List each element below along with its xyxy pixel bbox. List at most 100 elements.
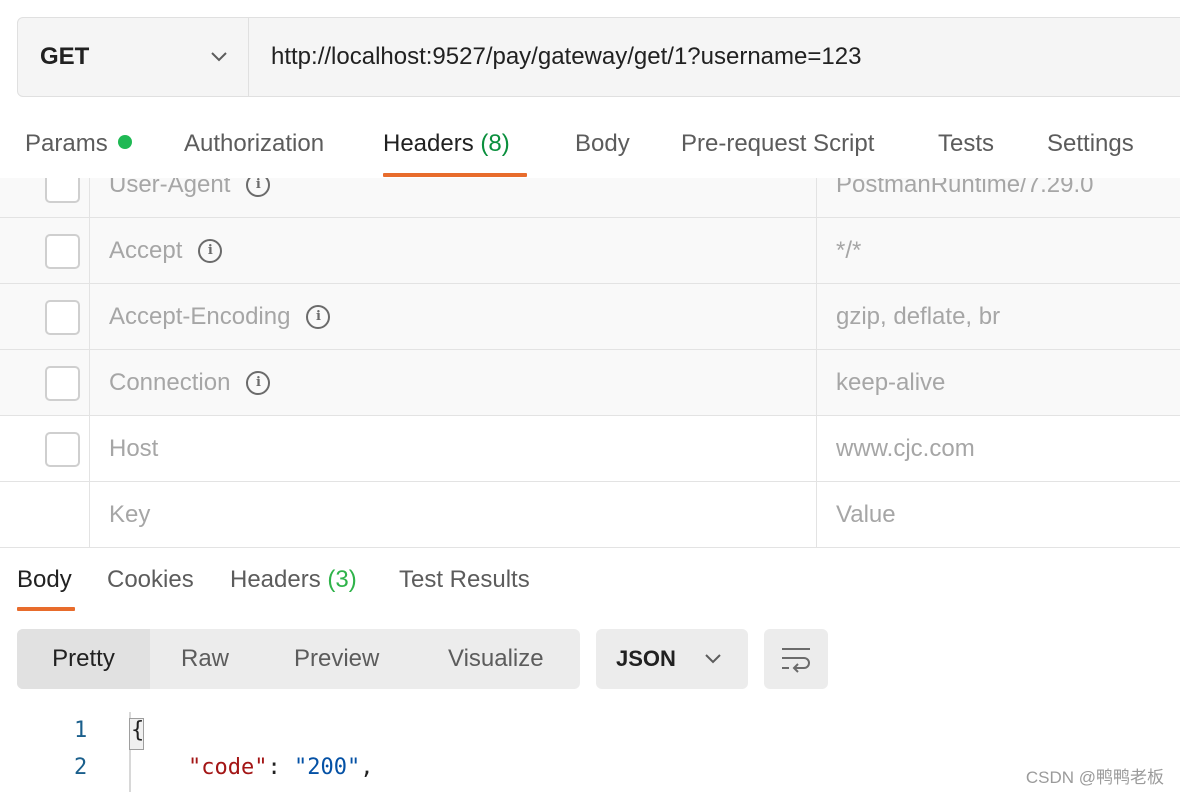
- tab-headers-label: Headers: [383, 130, 474, 157]
- info-icon[interactable]: i: [246, 370, 271, 395]
- view-pretty-button[interactable]: Pretty: [17, 629, 150, 689]
- header-value[interactable]: PostmanRuntime/7.29.0: [818, 178, 1180, 217]
- code-line-2: "code": "200",: [188, 755, 373, 780]
- tab-settings[interactable]: Settings: [1047, 130, 1134, 158]
- wrap-lines-button[interactable]: [764, 629, 828, 689]
- header-value-text: gzip, deflate, br: [836, 302, 1001, 330]
- active-tab-indicator: [383, 173, 527, 177]
- chevron-down-icon: [211, 52, 227, 62]
- header-key[interactable]: Accept i: [91, 218, 817, 283]
- response-tab-headers[interactable]: Headers (3): [230, 566, 357, 594]
- header-value-text: PostmanRuntime/7.29.0: [836, 178, 1094, 198]
- header-key-text: Accept-Encoding: [109, 302, 291, 330]
- header-key-text: User-Agent: [109, 178, 231, 198]
- tab-authorization[interactable]: Authorization: [184, 130, 324, 158]
- tab-tests[interactable]: Tests: [938, 130, 994, 158]
- response-tab-cookies[interactable]: Cookies: [107, 566, 194, 594]
- header-key[interactable]: Connection i: [91, 350, 817, 415]
- header-value[interactable]: */*: [818, 218, 1180, 283]
- tab-params[interactable]: Params: [25, 130, 132, 158]
- view-preview-button[interactable]: Preview: [294, 629, 379, 689]
- view-raw-button[interactable]: Raw: [181, 629, 229, 689]
- line-number: 2: [74, 755, 88, 780]
- method-label: GET: [40, 43, 90, 70]
- tab-authorization-label: Authorization: [184, 130, 325, 157]
- header-key-text: Host: [109, 434, 159, 462]
- request-tabs: Params Authorization Headers (8) Body Pr…: [0, 120, 1180, 178]
- method-selector[interactable]: GET: [18, 18, 249, 96]
- code-open-brace: {: [131, 718, 145, 743]
- response-tabs: Body Cookies Headers (3) Test Results: [0, 548, 1180, 614]
- watermark: CSDN @鸭鸭老板: [1025, 768, 1164, 787]
- row-check-cell: [0, 416, 90, 481]
- active-response-tab-indicator: [17, 607, 75, 611]
- header-value[interactable]: keep-alive: [818, 350, 1180, 415]
- tab-body-label: Body: [575, 130, 630, 157]
- header-value-text: keep-alive: [836, 368, 946, 396]
- format-label: JSON: [616, 646, 676, 671]
- row-checkbox[interactable]: [45, 233, 80, 269]
- header-value[interactable]: www.cjc.com: [818, 416, 1180, 481]
- tab-prerequest-script[interactable]: Pre-request Script: [681, 130, 874, 158]
- tab-prerequest-label: Pre-request Script: [681, 130, 875, 157]
- tab-tests-label: Tests: [938, 130, 995, 157]
- format-selector[interactable]: JSON: [596, 629, 748, 689]
- info-icon[interactable]: i: [306, 304, 331, 329]
- tab-settings-label: Settings: [1047, 130, 1134, 157]
- response-tab-headers-label: Headers: [230, 566, 321, 593]
- json-value: "200": [293, 755, 361, 780]
- tab-headers-count: (8): [480, 130, 510, 157]
- url-text: http://localhost:9527/pay/gateway/get/1?…: [271, 43, 862, 70]
- tab-params-label: Params: [25, 130, 108, 157]
- response-headers-count: (3): [327, 566, 357, 593]
- tab-headers[interactable]: Headers (8): [383, 130, 510, 158]
- status-dot-icon: [117, 135, 132, 149]
- view-visualize-label: Visualize: [448, 645, 544, 672]
- request-bar: GET http://localhost:9527/pay/gateway/ge…: [17, 17, 1180, 97]
- header-key[interactable]: Accept-Encoding i: [91, 284, 817, 349]
- row-checkbox[interactable]: [45, 299, 80, 335]
- row-check-cell: [0, 350, 90, 415]
- new-key-placeholder: Key: [109, 500, 151, 528]
- header-key[interactable]: User-Agent i: [91, 178, 817, 217]
- table-row: User-Agent i PostmanRuntime/7.29.0: [0, 178, 1180, 218]
- json-comma: ,: [360, 755, 374, 780]
- url-input[interactable]: http://localhost:9527/pay/gateway/get/1?…: [249, 18, 1180, 96]
- json-colon: :: [267, 755, 294, 780]
- row-check-cell: [0, 482, 90, 547]
- header-value-text: www.cjc.com: [836, 434, 975, 462]
- info-icon[interactable]: i: [198, 238, 223, 263]
- new-header-row: Key Value: [0, 482, 1180, 548]
- json-key: "code": [188, 755, 268, 780]
- response-tab-body-label: Body: [17, 566, 72, 593]
- view-visualize-button[interactable]: Visualize: [448, 629, 544, 689]
- response-tab-test-results[interactable]: Test Results: [399, 566, 530, 594]
- info-icon[interactable]: i: [246, 178, 271, 197]
- headers-table: User-Agent i PostmanRuntime/7.29.0 Accept…: [0, 178, 1180, 549]
- header-value[interactable]: gzip, deflate, br: [818, 284, 1180, 349]
- row-checkbox[interactable]: [45, 365, 80, 401]
- response-tab-cookies-label: Cookies: [107, 566, 194, 593]
- response-code-editor[interactable]: 1 2 { "code": "200",: [0, 712, 1180, 792]
- header-key[interactable]: Host: [91, 416, 817, 481]
- header-key-text: Accept: [109, 236, 183, 264]
- row-check-cell: [0, 178, 90, 217]
- row-checkbox[interactable]: [45, 431, 80, 467]
- wrap-lines-icon: [782, 648, 810, 673]
- row-checkbox[interactable]: [45, 178, 80, 203]
- chevron-down-icon: [705, 654, 721, 664]
- table-row: Accept-Encoding i gzip, deflate, br: [0, 284, 1180, 350]
- header-value-text: */*: [836, 236, 862, 264]
- new-value-input[interactable]: Value: [818, 482, 1180, 547]
- view-mode-group: Pretty Raw Preview Visualize: [17, 629, 580, 689]
- line-number: 1: [74, 718, 88, 743]
- header-key-text: Connection: [109, 368, 231, 396]
- new-key-input[interactable]: Key: [91, 482, 817, 547]
- table-row: Connection i keep-alive: [0, 350, 1180, 416]
- tab-body[interactable]: Body: [575, 130, 630, 158]
- view-preview-label: Preview: [294, 645, 380, 672]
- table-row: Accept i */*: [0, 218, 1180, 284]
- view-raw-label: Raw: [181, 645, 230, 672]
- table-row: Host www.cjc.com: [0, 416, 1180, 482]
- response-tab-body[interactable]: Body: [17, 566, 72, 594]
